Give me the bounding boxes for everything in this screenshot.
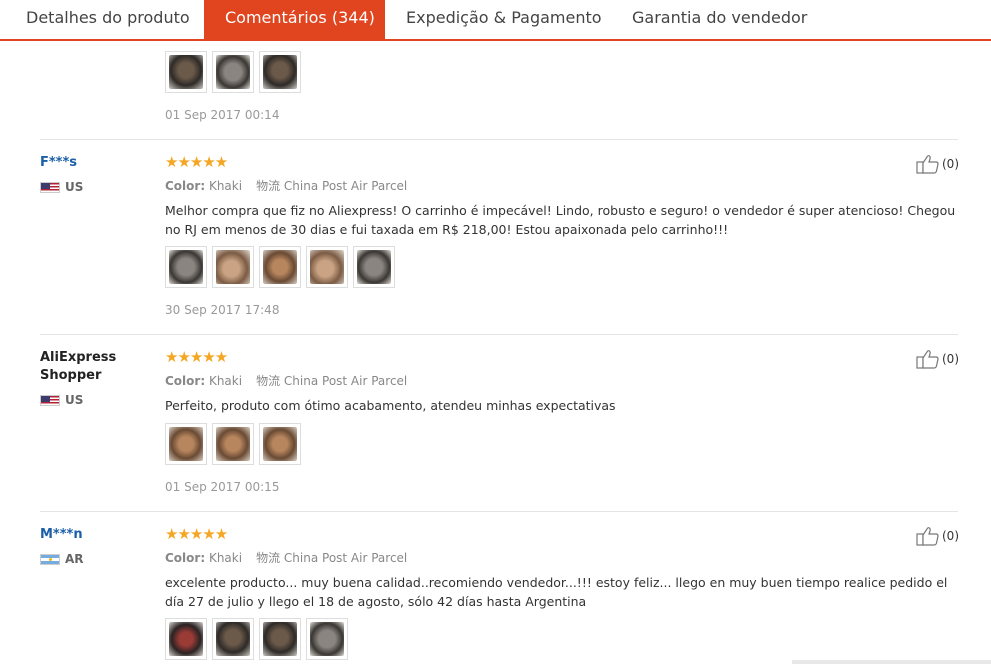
review-photo[interactable] — [212, 246, 254, 288]
review-meta: Color: Khaki 物流 China Post Air Parcel — [165, 179, 408, 193]
review-photo[interactable] — [212, 51, 254, 93]
review-meta: Color: Khaki 物流 China Post Air Parcel — [165, 551, 408, 565]
review-date: 30 Sep 2017 17:48 — [165, 303, 280, 317]
review-photo[interactable] — [212, 423, 254, 465]
review-photo[interactable] — [165, 51, 207, 93]
review-item: 01 Sep 2017 00:14 — [0, 0, 991, 140]
rating-stars: ★★★★★ — [165, 153, 228, 171]
scroll-indicator[interactable] — [792, 660, 991, 664]
ar-flag-icon — [40, 554, 60, 565]
helpful-count: (0) — [942, 529, 959, 543]
us-flag-icon — [40, 395, 60, 406]
thumbs-up-icon — [916, 155, 939, 174]
review-photo[interactable] — [259, 618, 301, 660]
review-photo[interactable] — [306, 246, 348, 288]
thumbs-up-icon — [916, 350, 939, 369]
rating-stars: ★★★★★ — [165, 525, 228, 543]
review-photo[interactable] — [212, 618, 254, 660]
review-text: Melhor compra que fiz no Aliexpress! O c… — [165, 203, 956, 237]
review-photo[interactable] — [165, 423, 207, 465]
review-text: excelente producto... muy buena calidad.… — [165, 575, 948, 609]
review-item: M***n AR ★★★★★ (0) Color: Khaki 物流 China … — [0, 512, 991, 664]
us-flag-icon — [40, 182, 60, 193]
helpful-count: (0) — [942, 352, 959, 366]
rating-stars: ★★★★★ — [165, 348, 228, 366]
review-date: 01 Sep 2017 00:15 — [165, 480, 280, 494]
review-photo[interactable] — [165, 246, 207, 288]
review-photo[interactable] — [165, 618, 207, 660]
review-photo[interactable] — [259, 423, 301, 465]
reviewer-name[interactable]: F***s — [40, 154, 77, 172]
review-text: Perfeito, produto com ótimo acabamento, … — [165, 398, 616, 413]
review-meta: Color: Khaki 物流 China Post Air Parcel — [165, 374, 408, 388]
review-photo[interactable] — [353, 246, 395, 288]
review-item: F***s US ★★★★★ (0) Color: Khaki 物流 China … — [0, 140, 991, 334]
thumbs-up-icon — [916, 527, 939, 546]
review-date: 01 Sep 2017 00:14 — [165, 108, 280, 122]
review-photo[interactable] — [259, 246, 301, 288]
reviewer-name: AliExpress Shopper — [40, 350, 117, 383]
reviewer-name[interactable]: M***n — [40, 526, 83, 544]
review-photo[interactable] — [259, 51, 301, 93]
review-photo[interactable] — [306, 618, 348, 660]
helpful-count: (0) — [942, 157, 959, 171]
review-item: AliExpress Shopper US ★★★★★ (0) Color: K… — [0, 335, 991, 511]
